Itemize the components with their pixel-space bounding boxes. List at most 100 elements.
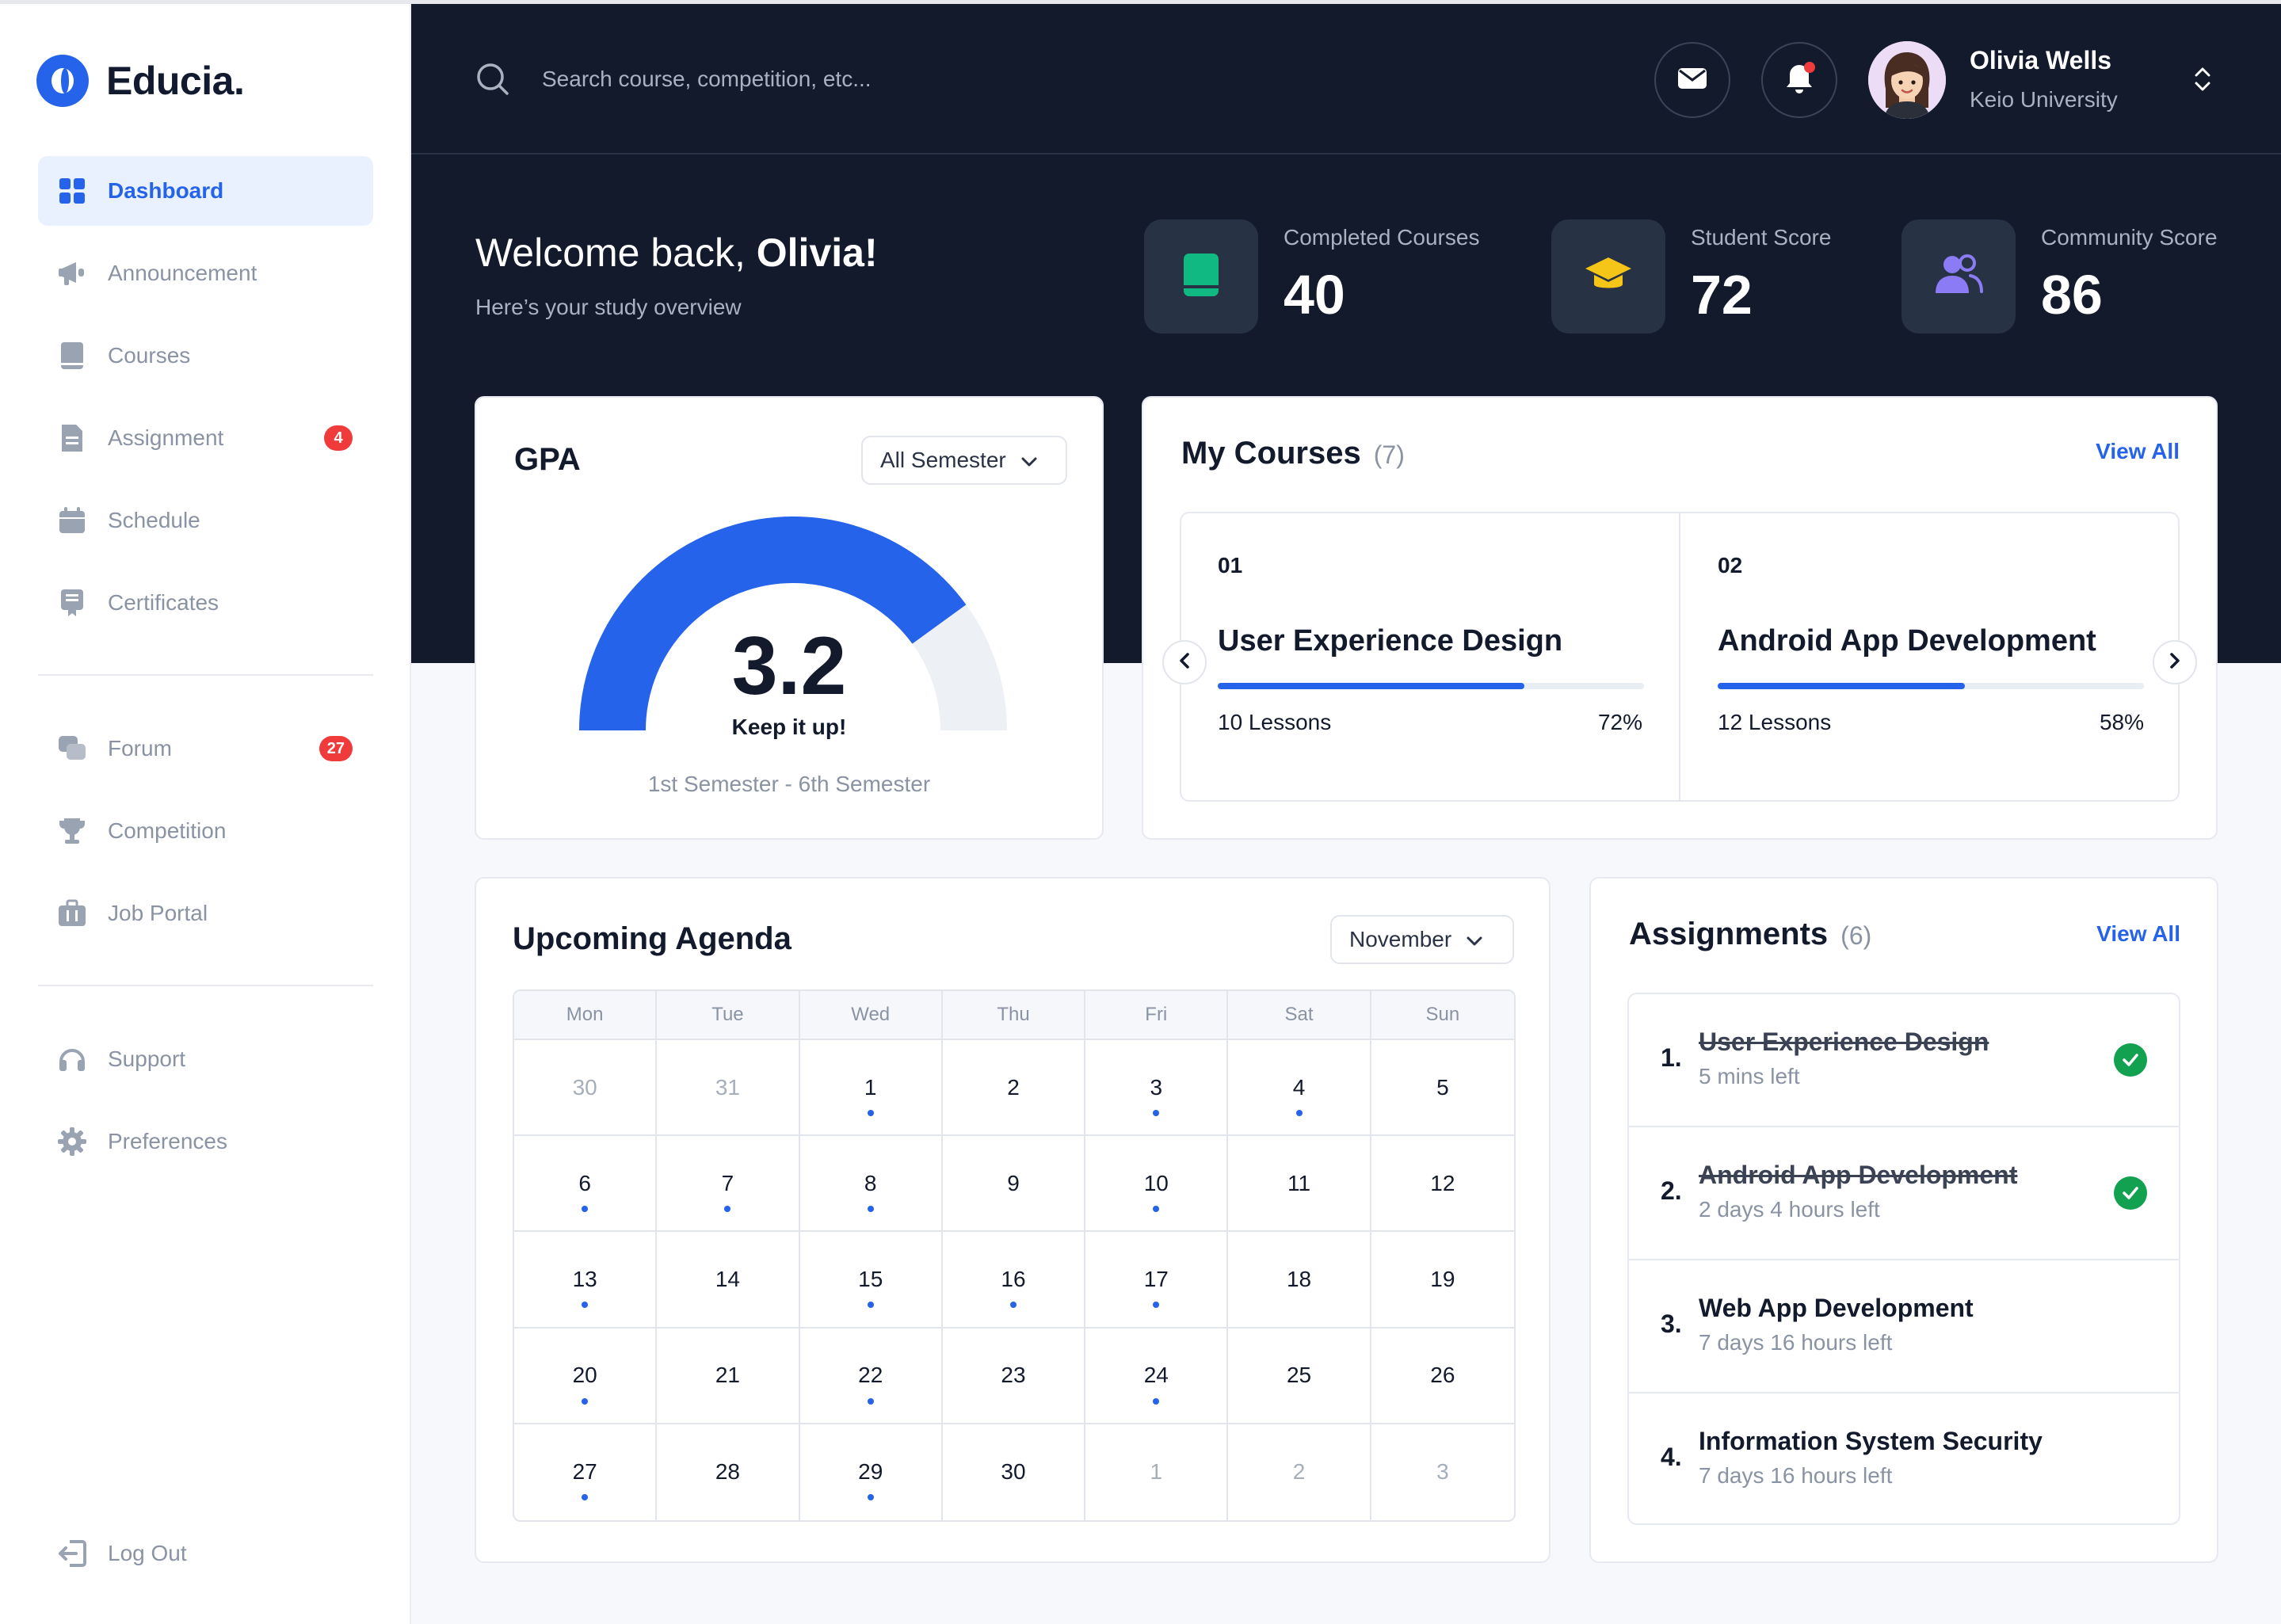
sidebar-item-forum[interactable]: Forum 27 xyxy=(38,714,373,783)
calendar-day[interactable]: 17 xyxy=(1085,1232,1229,1329)
assignments-view-all-link[interactable]: View All xyxy=(2096,921,2180,947)
welcome-greeting: Welcome back, xyxy=(475,231,757,275)
event-dot xyxy=(867,1110,874,1116)
calendar-day[interactable]: 7 xyxy=(657,1136,800,1233)
search-icon[interactable] xyxy=(475,62,510,101)
assignment-number: 2. xyxy=(1661,1176,1682,1205)
event-dot xyxy=(1153,1397,1160,1405)
calendar-day[interactable]: 2 xyxy=(1228,1424,1371,1520)
avatar[interactable] xyxy=(1868,41,1946,119)
welcome-name: Olivia! xyxy=(756,231,878,275)
gpa-range: 1st Semester - 6th Semester xyxy=(647,772,931,796)
calendar-day[interactable]: 5 xyxy=(1371,1040,1514,1137)
calendar-day[interactable]: 8 xyxy=(799,1136,943,1233)
sidebar-item-announcement[interactable]: Announcement xyxy=(38,238,373,308)
calendar-day[interactable]: 19 xyxy=(1371,1232,1514,1329)
certificate-icon xyxy=(57,588,87,618)
sidebar-item-courses[interactable]: Courses xyxy=(38,321,373,391)
calendar-day[interactable]: 1 xyxy=(799,1040,943,1137)
weekday-header: Mon xyxy=(514,991,658,1040)
assignment-time-left: 2 days 4 hours left xyxy=(1699,1197,1880,1222)
calendar-day[interactable]: 11 xyxy=(1228,1136,1371,1233)
calendar-day[interactable]: 28 xyxy=(657,1424,800,1520)
calendar-day[interactable]: 13 xyxy=(514,1232,658,1329)
account-switcher[interactable] xyxy=(2188,62,2217,100)
carousel-prev-button[interactable] xyxy=(1162,640,1207,684)
assignments-count: (6) xyxy=(1840,921,1872,950)
course-number: 01 xyxy=(1218,553,1243,578)
assignment-item[interactable]: 2. Android App Development 2 days 4 hours … xyxy=(1629,1127,2179,1260)
semester-filter-dropdown[interactable]: All Semester xyxy=(861,436,1067,485)
sidebar-item-dashboard[interactable]: Dashboard xyxy=(38,156,373,226)
calendar-day[interactable]: 23 xyxy=(942,1328,1086,1424)
calendar-day[interactable]: 9 xyxy=(942,1136,1086,1233)
calendar-day[interactable]: 18 xyxy=(1228,1232,1371,1329)
calendar-day[interactable]: 26 xyxy=(1371,1329,1514,1424)
sidebar-item-preferences[interactable]: Preferences xyxy=(38,1107,373,1176)
calendar-day[interactable]: 30 xyxy=(514,1040,658,1137)
courses-view-all-link[interactable]: View All xyxy=(2096,439,2180,464)
calendar-day[interactable]: 24 xyxy=(1085,1328,1229,1424)
day-number: 16 xyxy=(1001,1266,1026,1291)
gpa-title: GPA xyxy=(514,442,581,477)
calendar-day[interactable]: 22 xyxy=(799,1328,943,1424)
assignments-title: Assignments (6) xyxy=(1629,917,1871,952)
calendar-day[interactable]: 27 xyxy=(514,1424,658,1520)
stat-value: 40 xyxy=(1284,264,1345,326)
day-number: 27 xyxy=(572,1459,597,1485)
sidebar-item-label: Dashboard xyxy=(108,178,224,203)
day-number: 1 xyxy=(1150,1459,1163,1485)
notifications-button[interactable] xyxy=(1761,42,1837,118)
logo[interactable]: Educia. xyxy=(36,55,245,107)
assignment-item[interactable]: 3. Web App Development 7 days 16 hours lef… xyxy=(1629,1260,2179,1393)
sidebar-item-schedule[interactable]: Schedule xyxy=(38,486,373,555)
calendar-day[interactable]: 1 xyxy=(1085,1424,1229,1520)
calendar-day[interactable]: 4 xyxy=(1228,1040,1371,1137)
messages-button[interactable] xyxy=(1654,42,1730,118)
course-lessons: 10 Lessons xyxy=(1218,710,1332,734)
calendar-day[interactable]: 30 xyxy=(943,1424,1086,1520)
calendar-day[interactable]: 25 xyxy=(1228,1328,1371,1424)
sidebar-item-logout[interactable]: Log Out xyxy=(38,1519,373,1588)
calendar-day[interactable]: 29 xyxy=(800,1424,943,1520)
sidebar-item-certificates[interactable]: Certificates xyxy=(38,568,373,638)
course-card[interactable]: 02 Android App Development 12 Lessons 58… xyxy=(1681,513,2178,800)
sidebar-item-label: Log Out xyxy=(108,1541,187,1565)
sidebar-item-assignment[interactable]: Assignment 4 xyxy=(38,403,373,473)
assignment-item[interactable]: 1. User Experience Design 5 mins left xyxy=(1629,994,2179,1127)
carousel-next-button[interactable] xyxy=(2153,640,2197,684)
calendar-day[interactable]: 15 xyxy=(799,1232,943,1329)
course-card[interactable]: 01 User Experience Design 10 Lessons 72% xyxy=(1181,513,1680,800)
search-input[interactable] xyxy=(542,60,1097,98)
gpa-value: 3.2 xyxy=(731,620,847,712)
my-courses-count: (7) xyxy=(1373,440,1405,469)
calendar-day[interactable]: 3 xyxy=(1371,1424,1514,1520)
assignment-number: 1. xyxy=(1661,1043,1682,1072)
sidebar-item-support[interactable]: Support xyxy=(38,1024,373,1094)
assignment-item[interactable]: 4. Information System Security 7 days 16 h… xyxy=(1629,1393,2179,1523)
calendar-day[interactable]: 16 xyxy=(942,1232,1086,1329)
megaphone-icon xyxy=(57,258,87,288)
day-number: 10 xyxy=(1143,1170,1169,1195)
sidebar-item-label: Forum xyxy=(108,736,172,761)
day-number: 3 xyxy=(1436,1459,1449,1485)
calendar-day[interactable]: 20 xyxy=(514,1328,658,1424)
stat-label: Community Score xyxy=(2041,225,2218,250)
calendar-day[interactable]: 6 xyxy=(514,1136,658,1233)
calendar-day[interactable]: 10 xyxy=(1085,1136,1229,1233)
calendar-day[interactable]: 31 xyxy=(657,1040,800,1137)
course-progress-bar xyxy=(1218,683,1644,689)
day-number: 31 xyxy=(715,1074,740,1100)
month-dropdown[interactable]: November xyxy=(1330,915,1514,964)
calendar-day[interactable]: 14 xyxy=(657,1232,800,1329)
calendar-day[interactable]: 2 xyxy=(942,1040,1086,1137)
calendar-day[interactable]: 21 xyxy=(657,1328,800,1424)
sidebar-item-competition[interactable]: Competition xyxy=(38,796,373,866)
day-number: 30 xyxy=(572,1074,597,1100)
sidebar-divider xyxy=(38,985,373,986)
my-courses-title: My Courses (7) xyxy=(1181,436,1405,471)
calendar-day[interactable]: 3 xyxy=(1085,1040,1229,1137)
calendar-day[interactable]: 12 xyxy=(1371,1136,1514,1233)
sidebar-item-label: Job Portal xyxy=(108,901,208,925)
sidebar-item-job-portal[interactable]: Job Portal xyxy=(38,879,373,948)
